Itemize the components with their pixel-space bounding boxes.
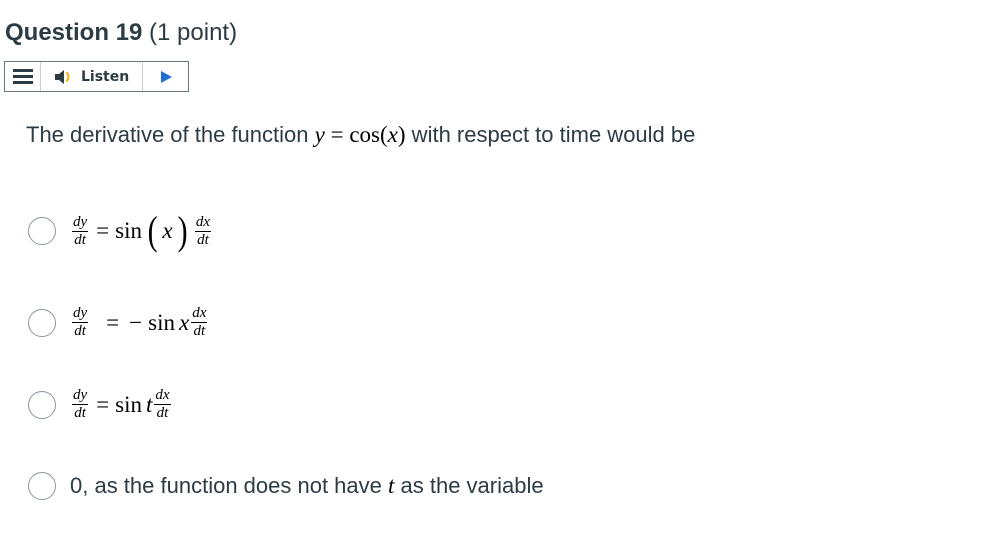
listen-button[interactable]: Listen [41,62,143,91]
prompt-text-after: with respect to time would be [405,122,696,147]
question-prompt: The derivative of the function y = cos(x… [26,120,695,150]
radio-button-3[interactable] [28,390,56,419]
minus-sign: − [129,309,143,335]
fraction-dy-dt: dy dt [72,305,89,339]
prompt-math-paren-open: ( [380,122,388,147]
radio-button-2[interactable] [28,308,56,337]
question-header: Question 19 (1 point) [5,18,237,48]
prompt-math-cos: cos [349,122,380,147]
equals-sign: = [106,309,120,335]
argument-t: t [146,391,153,417]
fraction-dx-dt: dx dt [191,305,208,339]
fraction-dx-dt: dx dt [154,387,171,421]
radio-button-1[interactable] [28,217,56,245]
prompt-math-y: y [314,122,325,147]
play-button[interactable] [143,62,188,91]
paren-close: ) [177,208,188,253]
option-4-text-before: 0, as the function does not have [70,473,389,498]
radio-button-4[interactable] [28,472,56,500]
frac-numerator: dy [72,387,89,405]
frac-numerator: dx [194,213,212,232]
frac-denominator: dt [74,405,86,421]
frac-numerator: dy [72,213,89,232]
prompt-text-before: The derivative of the function [26,122,315,147]
listen-label: Listen [81,68,130,85]
frac-denominator: dt [74,231,86,248]
question-title: Question 19 [5,19,143,46]
answer-option-2[interactable]: dy dt = − sin x dx dt [28,306,209,339]
equals-sign: = [96,218,110,243]
argument-x: x [162,218,173,243]
option-2-math: dy dt = − sin x dx dt [70,306,209,339]
sin-function: sin [148,309,175,335]
option-3-math: dy dt = sin t dx dt [70,388,173,421]
paren-open: ( [147,208,158,253]
option-4-text-after: as the variable [394,473,544,498]
frac-numerator: dy [72,305,89,323]
prompt-math-paren-close: ) [397,122,406,147]
option-4-text: 0, as the function does not have t as th… [70,473,544,499]
sin-function: sin [115,218,142,243]
prompt-math-eq: = [324,122,350,147]
frac-numerator: dx [154,387,171,405]
frac-denominator: dt [193,323,206,339]
answer-option-1[interactable]: dy dt = sin ( x ) dx dt [28,211,213,251]
speaker-icon [55,69,70,84]
answer-option-4[interactable]: 0, as the function does not have t as th… [28,472,544,500]
play-icon [160,70,172,83]
hamburger-menu-icon[interactable] [5,62,41,91]
frac-denominator: dt [197,231,209,248]
fraction-dy-dt: dy dt [72,213,89,248]
frac-denominator: dt [74,323,86,339]
frac-numerator: dx [191,305,208,323]
frac-denominator: dt [156,405,169,421]
answer-option-3[interactable]: dy dt = sin t dx dt [28,388,173,421]
prompt-math: y = cos(x) [315,122,406,147]
option-1-math: dy dt = sin ( x ) dx dt [70,211,213,251]
prompt-math-x: x [387,122,398,147]
equals-sign: = [96,391,110,417]
listen-toolbar: Listen [4,61,189,92]
fraction-dy-dt: dy dt [72,387,89,421]
sin-function: sin [115,391,142,417]
question-points: (1 point) [149,19,238,46]
argument-x: x [178,309,190,335]
fraction-dx-dt: dx dt [194,213,212,248]
